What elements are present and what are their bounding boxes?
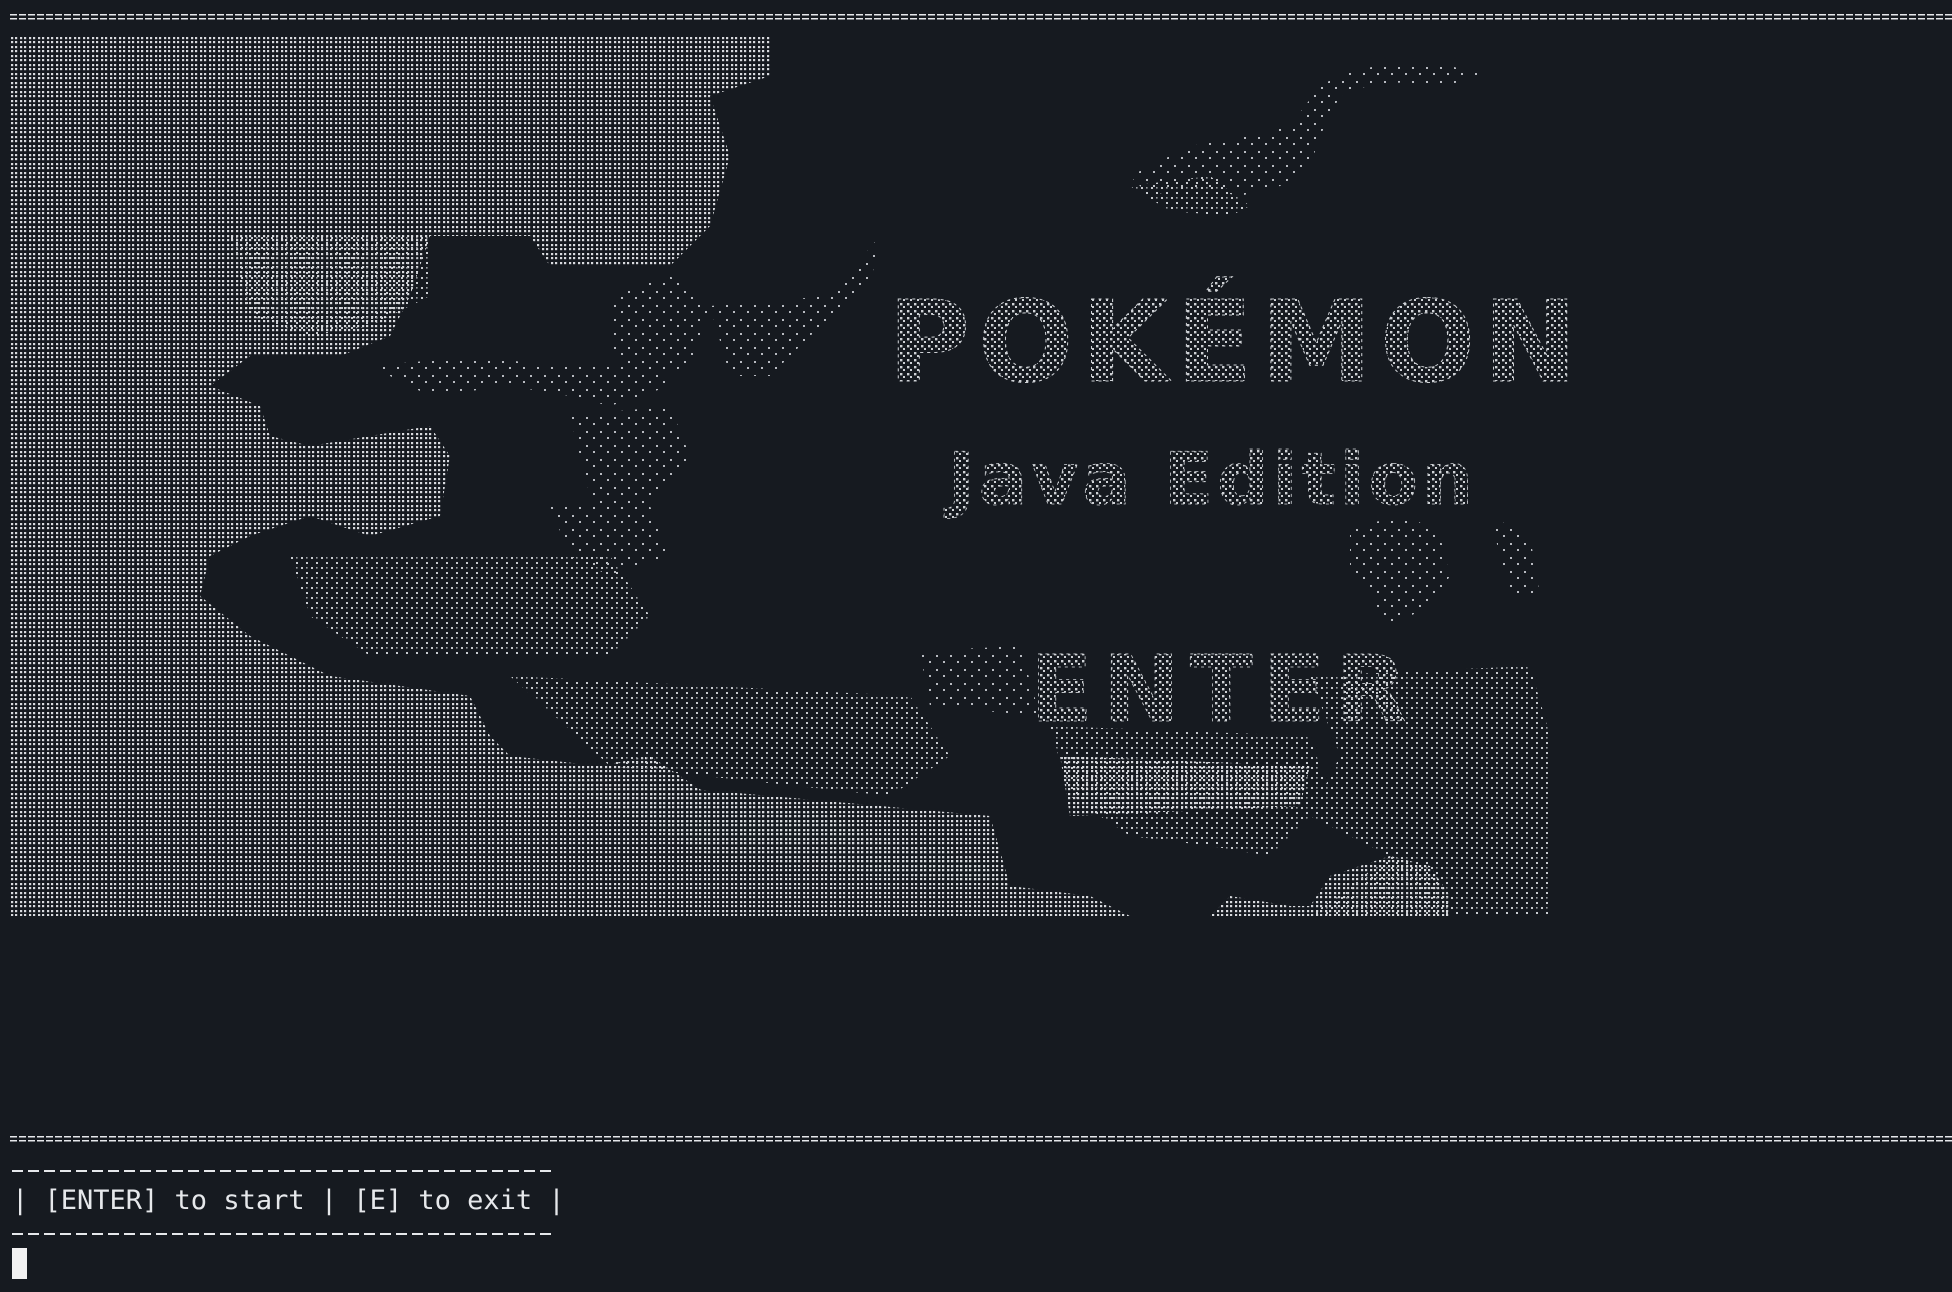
art-trainer-figure [370,236,880,576]
menu-border-bottom [12,1233,552,1235]
bottom-divider [10,1136,1952,1142]
ascii-splash-art: POKÉMON Java Edition ENTER [10,36,1585,916]
art-flying-creature [1130,63,1490,216]
block-cursor-icon[interactable] [12,1248,27,1279]
menu-prompt: | [ENTER] to start | [E] to exit | [12,1185,565,1216]
pokemon-logo: POKÉMON [888,276,1585,409]
subtitle-art: Java Edition [943,437,1477,522]
terminal-window[interactable]: POKÉMON Java Edition ENTER | [ENTER] to … [0,0,1952,1292]
subtitle-text: Java Edition [943,437,1477,521]
art-small-creature [1350,516,1540,626]
menu-border-top [12,1170,552,1172]
top-divider [10,14,1952,20]
logo-text: POKÉMON [888,276,1585,408]
